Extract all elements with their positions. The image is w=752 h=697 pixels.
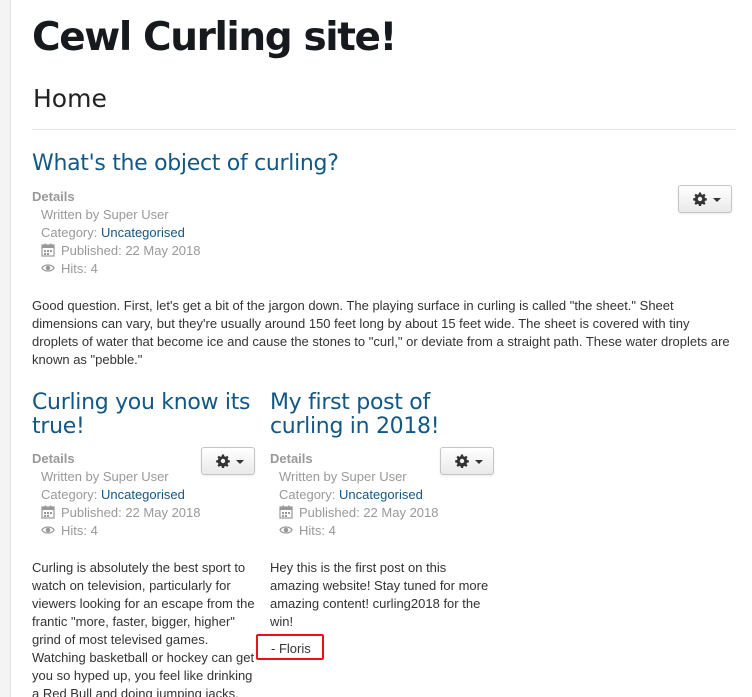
category-link[interactable]: Uncategorised [101,225,185,240]
category-label: Category: [41,487,101,502]
hits-count: Hits: 4 [61,523,98,538]
hits-count: Hits: 4 [299,523,336,538]
article-tools-button[interactable] [678,185,732,213]
article-title-object-of-curling[interactable]: What's the object of curling? [32,152,712,176]
article-title-first-post[interactable]: My first post of curling in 2018! [270,391,492,439]
category-label: Category: [279,487,339,502]
article-signature: - Floris [271,641,311,656]
details-label: Details [32,451,75,466]
category-row: Category: Uncategorised [270,486,438,504]
gear-icon [216,454,230,468]
page-heading: Home [33,84,107,113]
article-body: Good question. First, let's get a bit of… [32,298,730,367]
header-divider [32,129,736,130]
published-date: Published: 22 May 2018 [61,505,201,520]
details-label: Details [270,451,313,466]
calendar-icon [41,505,55,519]
article-body: Curling is absolutely the best sport to … [32,560,255,697]
category-link[interactable]: Uncategorised [101,487,185,502]
category-row: Category: Uncategorised [32,224,200,242]
eye-icon [41,526,55,534]
details-label: Details [32,189,75,204]
caret-down-icon [475,460,483,464]
gear-icon [455,454,469,468]
site-title: Cewl Curling site! [32,15,397,60]
written-by: Written by Super User [41,207,169,222]
category-label: Category: [41,225,101,240]
category-link[interactable]: Uncategorised [339,487,423,502]
published-row: Published: 22 May 2018 [32,504,200,522]
article-details: Details Written by Super User Category: … [32,188,200,278]
article-details: Details Written by Super User Category: … [32,450,200,540]
published-row: Published: 22 May 2018 [270,504,438,522]
caret-down-icon [713,198,721,202]
article-tools-button[interactable] [201,447,255,475]
article-title-link[interactable]: What's the object of curling? [32,151,339,176]
article-details: Details Written by Super User Category: … [270,450,438,540]
written-by: Written by Super User [279,469,407,484]
hits-row: Hits: 4 [32,522,200,540]
gear-icon [693,192,707,206]
calendar-icon [279,505,293,519]
left-edge-strip [0,0,11,697]
calendar-icon [41,243,55,257]
article-body: Hey this is the first post on this amazi… [270,560,489,629]
published-date: Published: 22 May 2018 [61,243,201,258]
eye-icon [279,526,293,534]
hits-row: Hits: 4 [32,260,200,278]
published-date: Published: 22 May 2018 [299,505,439,520]
article-title-curling-you-know[interactable]: Curling you know its true! [32,391,254,439]
hits-row: Hits: 4 [270,522,438,540]
published-row: Published: 22 May 2018 [32,242,200,260]
category-row: Category: Uncategorised [32,486,200,504]
article-tools-button[interactable] [440,447,494,475]
hits-count: Hits: 4 [61,261,98,276]
caret-down-icon [236,460,244,464]
article-title-link[interactable]: Curling you know its true! [32,390,251,439]
written-by: Written by Super User [41,469,169,484]
article-title-link[interactable]: My first post of curling in 2018! [270,390,440,439]
eye-icon [41,264,55,272]
